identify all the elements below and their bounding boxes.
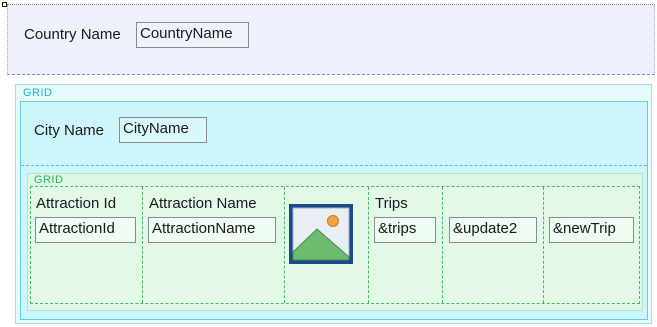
city-row-container: City Name CityName GRID Attraction Id At… bbox=[20, 101, 648, 320]
panel-divider bbox=[7, 74, 655, 75]
country-name-label: Country Name bbox=[24, 26, 121, 43]
attraction-grid[interactable]: GRID Attraction Id AttractionId Attracti… bbox=[27, 173, 643, 311]
country-panel: Country Name CountryName bbox=[7, 5, 655, 75]
attraction-id-field[interactable]: AttractionId bbox=[35, 217, 136, 243]
attraction-grid-caption: GRID bbox=[34, 174, 64, 186]
column-separator bbox=[284, 187, 285, 303]
attraction-id-label: Attraction Id bbox=[36, 195, 117, 212]
attraction-name-label: Attraction Name bbox=[149, 195, 257, 212]
image-placeholder-icon[interactable] bbox=[288, 203, 354, 265]
city-name-label: City Name bbox=[34, 122, 105, 139]
city-name-field[interactable]: CityName bbox=[119, 117, 207, 143]
city-grid-caption: GRID bbox=[23, 87, 53, 99]
column-separator bbox=[442, 187, 443, 303]
city-grid[interactable]: GRID City Name CityName GRID Attraction … bbox=[15, 84, 652, 324]
country-name-field[interactable]: CountryName bbox=[136, 22, 249, 48]
attraction-name-field[interactable]: AttractionName bbox=[148, 217, 276, 243]
column-separator bbox=[142, 187, 143, 303]
new-trip-field[interactable]: &newTrip bbox=[549, 217, 634, 243]
column-separator bbox=[368, 187, 369, 303]
trips-label: Trips bbox=[375, 195, 408, 212]
update-field[interactable]: &update2 bbox=[449, 217, 537, 243]
city-divider bbox=[21, 165, 647, 166]
trips-field[interactable]: &trips bbox=[374, 217, 436, 243]
column-separator bbox=[543, 187, 544, 303]
